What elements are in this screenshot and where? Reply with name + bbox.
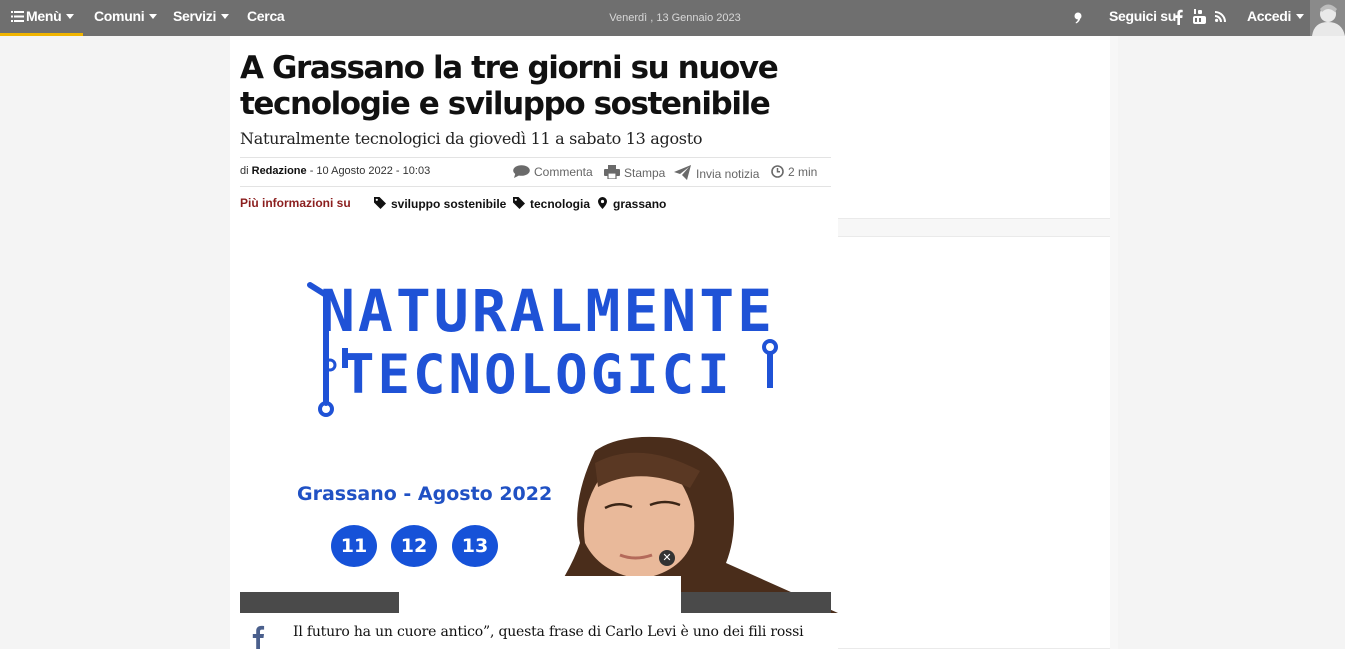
chevron-down-icon [221, 14, 230, 19]
list-icon [11, 11, 24, 22]
comment-button[interactable]: Commenta [513, 165, 593, 179]
article-body-first-line: Il futuro ha un cuore antico”, questa fr… [293, 624, 804, 640]
tag-sviluppo-sostenibile[interactable]: sviluppo sostenibile [374, 197, 506, 211]
menu-label: Menù [26, 8, 62, 24]
tag-tecnologia[interactable]: tecnologia [513, 197, 590, 211]
day-badge-13: 13 [452, 525, 498, 567]
facebook-icon[interactable] [1175, 9, 1183, 25]
clock-icon [771, 165, 784, 178]
avatar[interactable] [1310, 0, 1345, 36]
tag-icon [374, 197, 386, 209]
print-label: Stampa [624, 166, 666, 180]
tag-label: grassano [613, 197, 667, 211]
user-silhouette-icon [1312, 4, 1345, 36]
day-badge-12: 12 [391, 525, 437, 567]
read-time-label: 2 min [788, 165, 818, 179]
byline: di Redazione - 10 Agosto 2022 - 10:03 [240, 165, 430, 177]
facebook-share-icon[interactable] [248, 622, 268, 649]
send-news-label: Invia notizia [696, 167, 760, 181]
caption-bar-left [240, 592, 399, 613]
close-icon[interactable]: ✕ [659, 550, 675, 566]
tag-label: sviluppo sostenibile [391, 197, 507, 211]
tags-bar: Più informazioni su sviluppo sostenibile… [240, 196, 831, 214]
nav-servizi-label: Servizi [173, 8, 217, 24]
menu-button[interactable]: Menù [0, 0, 83, 36]
youtube-icon[interactable] [1193, 9, 1206, 25]
byline-prefix: di [240, 165, 249, 177]
read-time: 2 min [771, 165, 817, 179]
quote-icon[interactable] [1073, 12, 1083, 24]
login-button[interactable]: Accedi [1247, 0, 1305, 36]
article-meta: di Redazione - 10 Agosto 2022 - 10:03 Co… [240, 157, 831, 187]
comment-label: Commenta [534, 165, 593, 179]
login-label: Accedi [1247, 8, 1292, 24]
chevron-down-icon [66, 14, 75, 19]
chevron-down-icon [1296, 14, 1305, 19]
hero-line-1: NATURALMENTE [320, 277, 776, 345]
chevron-down-icon [149, 14, 158, 19]
top-navigation-bar: Menù Comuni Servizi Cerca Venerdì , 13 G… [0, 0, 1345, 36]
follow-label: Seguici su [1109, 8, 1177, 24]
day-badge-11: 11 [331, 525, 377, 567]
nav-servizi[interactable]: Servizi [173, 0, 230, 36]
article-subtitle: Naturalmente tecnologici da giovedì 11 a… [240, 129, 703, 148]
send-news-button[interactable]: Invia notizia [674, 165, 759, 181]
print-button[interactable]: Stampa [604, 165, 665, 180]
nav-cerca-label: Cerca [247, 8, 285, 24]
ad-overlay [399, 576, 681, 613]
rss-icon[interactable] [1215, 11, 1226, 22]
page-title: A Grassano la tre giorni su nuove tecnol… [240, 50, 779, 122]
tags-label: Più informazioni su [240, 196, 351, 210]
map-marker-icon [598, 197, 607, 209]
hero-place-date: Grassano - Agosto 2022 [297, 483, 553, 505]
tag-icon [513, 197, 525, 209]
caption-bar-right [681, 592, 831, 613]
nav-comuni[interactable]: Comuni [94, 0, 158, 36]
print-icon [604, 165, 620, 180]
comment-icon [513, 165, 530, 178]
sidebar-ad-slot-top [838, 36, 1110, 219]
current-date: Venerdì , 13 Gennaio 2023 [609, 12, 741, 24]
nav-comuni-label: Comuni [94, 8, 145, 24]
nav-cerca[interactable]: Cerca [247, 0, 285, 36]
publish-date: - 10 Agosto 2022 - 10:03 [309, 165, 431, 177]
paper-plane-icon [674, 165, 691, 180]
hero-image: NATURALMENTE TECNOLOGICI Grassano - Agos… [240, 243, 838, 613]
tag-label: tecnologia [530, 197, 591, 211]
author-link[interactable]: Redazione [252, 165, 307, 177]
hero-line-2: TECNOLOGICI [342, 343, 733, 406]
tag-grassano[interactable]: grassano [598, 197, 666, 211]
sidebar-ad-slot-bottom [838, 236, 1110, 649]
